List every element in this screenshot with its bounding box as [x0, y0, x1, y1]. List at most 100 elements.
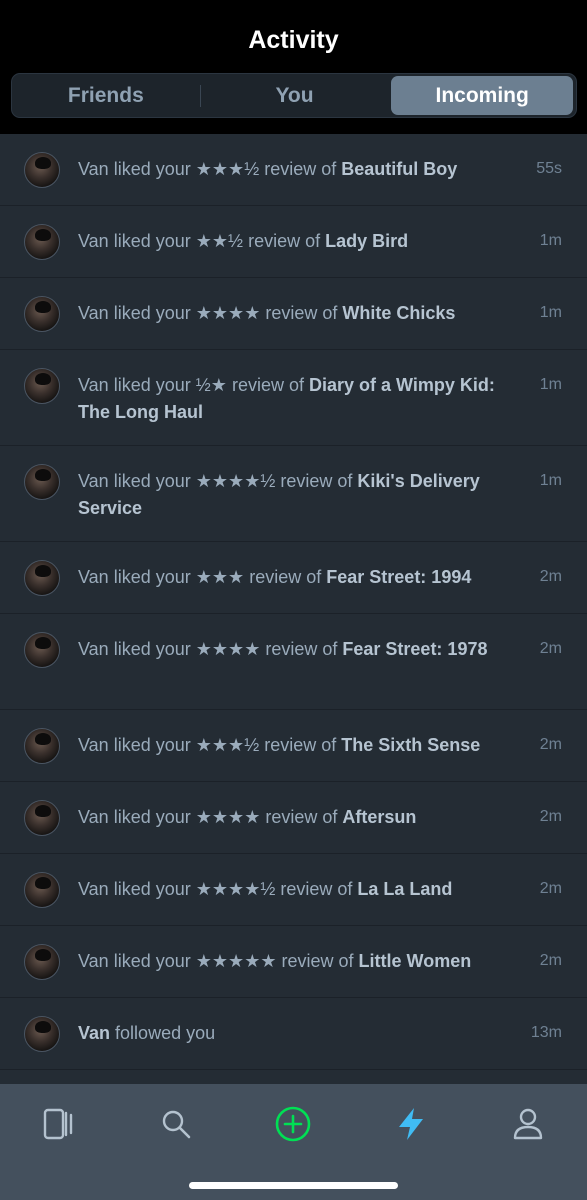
- username: Van: [78, 159, 109, 179]
- rating-stars: ★★★★½: [195, 879, 276, 899]
- avatar[interactable]: [24, 944, 60, 980]
- activity-row[interactable]: Van liked your ½★ review of Diary of a W…: [0, 350, 587, 446]
- username: Van: [78, 567, 109, 587]
- username: Van: [78, 1023, 111, 1043]
- page-title: Activity: [248, 26, 339, 54]
- timestamp: 1m: [539, 304, 562, 321]
- activity-row[interactable]: Van liked your ★★★½ review of Beautiful …: [0, 134, 587, 206]
- action-text: review of: [265, 303, 338, 323]
- add-icon[interactable]: [271, 1102, 315, 1146]
- username: Van: [78, 303, 109, 323]
- action-text: liked your: [113, 303, 191, 323]
- activity-text: Van liked your ★★★ review of Fear Street…: [78, 564, 518, 591]
- home-indicator-bar: [189, 1182, 398, 1189]
- action-text: liked your: [113, 159, 191, 179]
- rating-stars: ★★★: [195, 567, 245, 587]
- action-text: review of: [265, 639, 338, 659]
- rating-stars: ★★★★½: [195, 471, 276, 491]
- action-text: liked your: [113, 807, 191, 827]
- timestamp: 2m: [539, 880, 562, 897]
- film-title: Fear Street: 1978: [342, 639, 488, 659]
- activity-text: Van followed you: [78, 1020, 518, 1047]
- rating-stars: ★★★★: [195, 807, 261, 827]
- search-icon[interactable]: [154, 1102, 198, 1146]
- films-icon[interactable]: [36, 1102, 80, 1146]
- username: Van: [78, 639, 109, 659]
- timestamp: 1m: [539, 472, 562, 489]
- action-text: liked your: [113, 735, 191, 755]
- action-text: liked your: [113, 231, 191, 251]
- film-title: The Sixth Sense: [341, 735, 481, 755]
- action-text: review of: [231, 375, 304, 395]
- activity-row[interactable]: Van liked your ★★★★★ review of Little Wo…: [0, 926, 587, 998]
- film-title: White Chicks: [342, 303, 456, 323]
- film-title: Fear Street: 1994: [326, 567, 472, 587]
- timestamp: 1m: [539, 232, 562, 249]
- avatar[interactable]: [24, 464, 60, 500]
- activity-row[interactable]: Van liked your ★★★★ review of Aftersun 2m: [0, 782, 587, 854]
- tab-friends[interactable]: Friends: [15, 76, 197, 115]
- avatar[interactable]: [24, 296, 60, 332]
- action-text: followed you: [115, 1023, 216, 1043]
- activity-list: Van liked your ★★★½ review of Beautiful …: [0, 134, 587, 1070]
- username: Van: [78, 807, 109, 827]
- rating-stars: ★★★★: [195, 303, 261, 323]
- action-text: review of: [280, 471, 353, 491]
- avatar[interactable]: [24, 560, 60, 596]
- follow-row[interactable]: Van followed you 13m: [0, 998, 587, 1070]
- action-text: review of: [264, 735, 337, 755]
- avatar[interactable]: [24, 1016, 60, 1052]
- film-title: Aftersun: [342, 807, 417, 827]
- tab-incoming[interactable]: Incoming: [391, 76, 574, 115]
- activity-row[interactable]: Van liked your ★★★★ review of Fear Stree…: [0, 614, 587, 710]
- activity-text: Van liked your ★★★★ review of White Chic…: [78, 300, 518, 327]
- rating-stars: ★★½: [195, 231, 244, 251]
- action-text: review of: [264, 159, 337, 179]
- rating-stars: ★★★★: [195, 639, 261, 659]
- activity-row[interactable]: Van liked your ★★★★½ review of Kiki's De…: [0, 446, 587, 542]
- username: Van: [78, 375, 109, 395]
- avatar[interactable]: [24, 152, 60, 188]
- activity-text: Van liked your ★★★½ review of The Sixth …: [78, 732, 518, 759]
- film-title: La La Land: [357, 879, 453, 899]
- rating-stars: ★★★½: [195, 735, 260, 755]
- action-text: review of: [281, 951, 354, 971]
- avatar[interactable]: [24, 872, 60, 908]
- activity-text: Van liked your ★★★★½ review of La La Lan…: [78, 876, 518, 903]
- rating-stars: ½★: [195, 375, 227, 395]
- timestamp: 1m: [539, 376, 562, 393]
- avatar[interactable]: [24, 368, 60, 404]
- activity-row[interactable]: Van liked your ★★★★ review of White Chic…: [0, 278, 587, 350]
- timestamp: 2m: [539, 736, 562, 753]
- timestamp: 2m: [539, 808, 562, 825]
- action-text: liked your: [113, 375, 191, 395]
- action-text: liked your: [113, 567, 191, 587]
- activity-text: Van liked your ★★½ review of Lady Bird: [78, 228, 518, 255]
- action-text: liked your: [113, 639, 191, 659]
- timestamp: 13m: [530, 1024, 562, 1041]
- activity-bolt-icon[interactable]: [389, 1102, 433, 1146]
- timestamp: 55s: [536, 160, 562, 177]
- activity-row[interactable]: Van liked your ★★★½ review of The Sixth …: [0, 710, 587, 782]
- tab-divider: [199, 84, 201, 107]
- rating-stars: ★★★★★: [195, 951, 277, 971]
- action-text: review of: [248, 231, 321, 251]
- avatar[interactable]: [24, 728, 60, 764]
- avatar[interactable]: [24, 800, 60, 836]
- activity-row[interactable]: Van liked your ★★★ review of Fear Street…: [0, 542, 587, 614]
- action-text: liked your: [113, 951, 191, 971]
- profile-icon[interactable]: [506, 1102, 550, 1146]
- tab-you[interactable]: You: [204, 76, 386, 115]
- action-text: liked your: [113, 879, 191, 899]
- activity-text: Van liked your ★★★½ review of Beautiful …: [78, 156, 518, 183]
- activity-row[interactable]: Van liked your ★★★★½ review of La La Lan…: [0, 854, 587, 926]
- action-text: liked your: [113, 471, 191, 491]
- activity-text: Van liked your ★★★★½ review of Kiki's De…: [78, 468, 518, 522]
- timestamp: 2m: [539, 640, 562, 657]
- header: Activity Friends You Incoming: [0, 0, 587, 134]
- app: Activity Friends You Incoming Van liked …: [0, 0, 587, 1200]
- activity-row[interactable]: Van liked your ★★½ review of Lady Bird 1m: [0, 206, 587, 278]
- film-title: Beautiful Boy: [341, 159, 458, 179]
- avatar[interactable]: [24, 224, 60, 260]
- avatar[interactable]: [24, 632, 60, 668]
